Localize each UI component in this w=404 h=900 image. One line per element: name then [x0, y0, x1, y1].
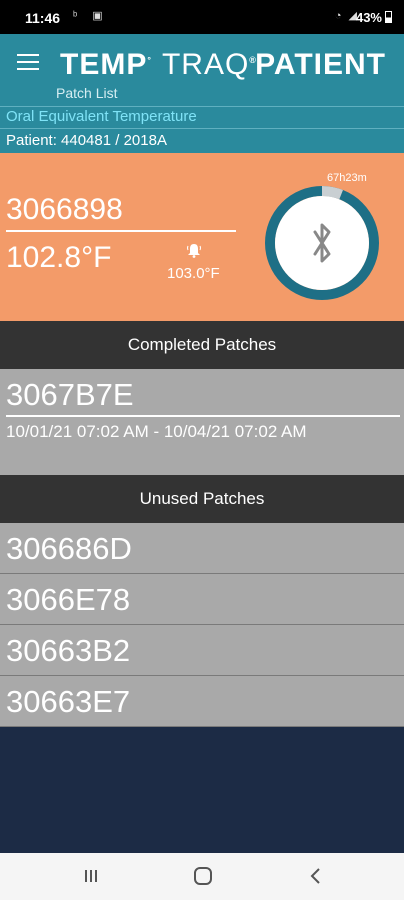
- card-divider: [6, 230, 236, 232]
- completed-patch-id: 3067B7E: [6, 377, 134, 412]
- temperature-mode: Oral Equivalent Temperature: [0, 106, 404, 128]
- completed-patch-range: 10/01/21 07:02 AM - 10/04/21 07:02 AM: [6, 422, 307, 441]
- active-patch-card[interactable]: 3066898 102.8°F 103.0°F 67h23m: [0, 153, 404, 321]
- app-header: TEMP° TRAQ® PATIENT Patch List: [0, 34, 404, 106]
- unused-patch-item[interactable]: 30663E7: [0, 676, 404, 727]
- completed-patches-header: Completed Patches: [0, 321, 404, 369]
- brand-part2: TRAQ: [161, 48, 250, 81]
- unused-patch-item[interactable]: 306686D: [0, 523, 404, 574]
- completed-patch-row[interactable]: 3067B7E 10/01/21 07:02 AM - 10/04/21 07:…: [0, 369, 404, 475]
- alarm-bell-icon: [187, 244, 201, 258]
- unused-patch-list: 306686D 3066E78 30663B2 30663E7: [0, 523, 404, 727]
- back-icon[interactable]: [308, 866, 324, 886]
- unused-patches-header: Unused Patches: [0, 475, 404, 523]
- system-nav-bar: [0, 853, 404, 900]
- recent-apps-icon[interactable]: [83, 868, 99, 884]
- battery-percent: 43%: [355, 10, 382, 25]
- alarm-threshold: 103.0°F: [167, 265, 220, 282]
- completed-divider: [6, 415, 400, 417]
- active-patch-id: 3066898: [6, 193, 123, 226]
- status-bar: 11:46 ᵇ ▣ ◔ ◢ 43%: [0, 0, 404, 34]
- battery-icon: [385, 11, 392, 23]
- notification-icons: ᵇ ▣: [73, 10, 109, 22]
- home-icon[interactable]: [194, 867, 212, 885]
- patient-info: Patient: 440481 / 2018A: [0, 128, 404, 153]
- page-subtitle: Patch List: [56, 85, 118, 101]
- brand-logo: TEMP° TRAQ®: [60, 48, 257, 81]
- menu-icon[interactable]: [17, 54, 39, 70]
- current-temperature: 102.8°F: [6, 241, 112, 274]
- unused-patch-item[interactable]: 3066E78: [0, 574, 404, 625]
- brand-part1: TEMP: [60, 48, 148, 81]
- role-label: PATIENT: [255, 48, 386, 81]
- patch-timer: 67h23m: [327, 172, 367, 184]
- unused-patch-item[interactable]: 30663B2: [0, 625, 404, 676]
- bluetooth-status-ring[interactable]: [265, 186, 379, 300]
- status-time: 11:46: [25, 10, 61, 26]
